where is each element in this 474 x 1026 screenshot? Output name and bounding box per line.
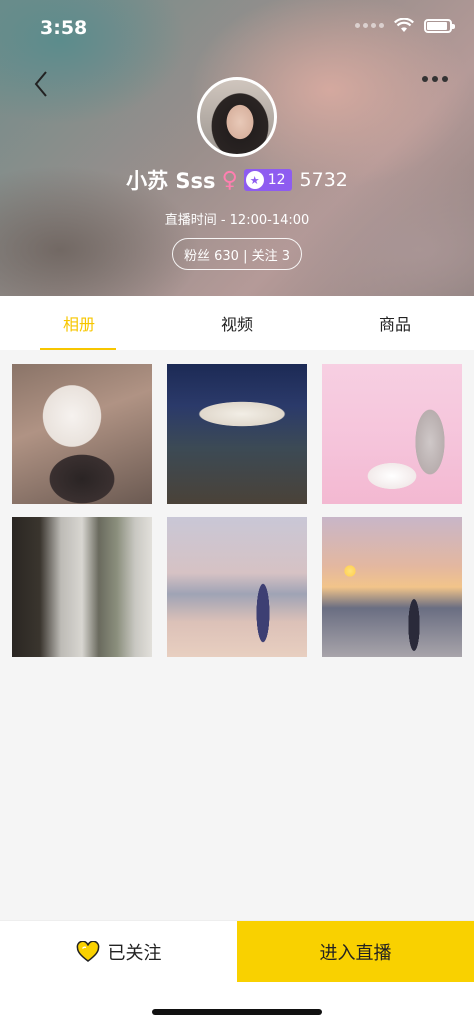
photo-beach-dusk[interactable]	[167, 517, 307, 657]
name-row: 小苏 Sss ♀ ★ 12 5732	[0, 164, 474, 196]
medal-icon: ★	[245, 171, 264, 189]
score-value: 5732	[299, 169, 348, 191]
battery-icon	[424, 18, 455, 33]
fans-follow-pill[interactable]: 粉丝 630 | 关注 3	[172, 238, 302, 270]
heart-icon	[76, 940, 99, 962]
photo-dog[interactable]	[12, 364, 152, 504]
profile-header: 3:58 小苏 Sss ♀ ★ 12 5732 直播时间 - 12:00-14:…	[0, 0, 474, 296]
tab-album[interactable]: 相册	[0, 296, 158, 350]
more-button[interactable]	[422, 76, 448, 82]
photo-beach-sunset[interactable]	[322, 517, 462, 657]
tab-products[interactable]: 商品	[316, 296, 474, 350]
photo-night-balcony[interactable]	[167, 364, 307, 504]
status-time: 3:58	[40, 17, 88, 39]
female-icon: ♀	[221, 167, 238, 193]
follow-label: 已关注	[107, 942, 162, 964]
status-icons	[355, 18, 455, 33]
photo-pink-cafe[interactable]	[322, 364, 462, 504]
wifi-icon	[394, 18, 414, 32]
tab-bar: 相册 视频 商品	[0, 296, 474, 350]
bottom-action-bar: 已关注 进入直播	[0, 920, 474, 982]
signal-icon	[355, 23, 384, 28]
level-number: 12	[267, 172, 286, 188]
follow-button[interactable]: 已关注	[0, 921, 237, 982]
home-indicator[interactable]	[152, 1009, 322, 1015]
back-button[interactable]	[30, 68, 54, 100]
photo-curtain-window[interactable]	[12, 517, 152, 657]
user-name: 小苏 Sss	[126, 169, 216, 193]
avatar[interactable]	[197, 77, 277, 157]
live-time: 直播时间 - 12:00-14:00	[164, 213, 310, 228]
tab-video[interactable]: 视频	[158, 296, 316, 350]
home-area	[0, 982, 474, 1026]
enter-live-button[interactable]: 进入直播	[237, 921, 474, 982]
album-grid	[12, 364, 462, 657]
level-badge: ★ 12	[243, 169, 292, 191]
